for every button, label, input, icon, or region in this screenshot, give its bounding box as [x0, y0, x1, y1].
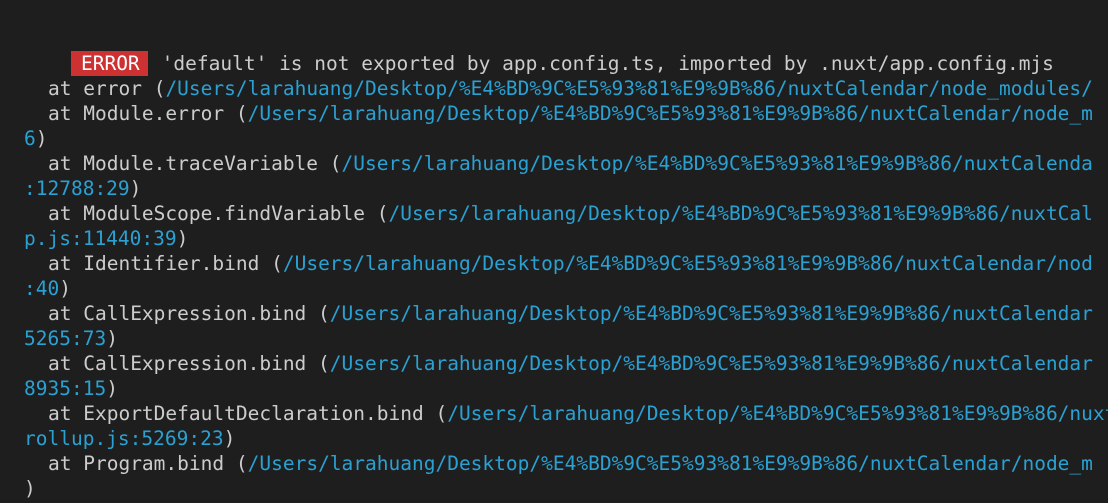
stack-frame: at Program.bind (/Users/larahuang/Deskto…: [24, 451, 1093, 476]
stack-frame: at Identifier.bind (/Users/larahuang/Des…: [24, 251, 1093, 276]
error-badge: ERROR: [70, 51, 148, 76]
stack-function: ExportDefaultDeclaration.bind: [83, 402, 424, 425]
stack-frame: at ExportDefaultDeclaration.bind (/Users…: [24, 401, 1108, 426]
stack-paren-close: ): [223, 427, 236, 450]
stack-paren-close: ): [176, 227, 189, 250]
stack-path-link[interactable]: /Users/larahuang/Desktop/%E4%BD%9C%E5%93…: [330, 302, 1093, 325]
stack-frame-continuation: 8935:15): [24, 376, 118, 401]
stack-at: at: [48, 252, 72, 275]
stack-at: at: [48, 202, 72, 225]
stack-frame-continuation: :12788:29): [24, 176, 141, 201]
stack-paren: (: [329, 152, 342, 175]
stack-location-link[interactable]: :12788:29: [24, 177, 130, 200]
stack-paren: (: [376, 202, 389, 225]
stack-location-link[interactable]: p.js:11440:39: [24, 227, 177, 250]
error-message: 'default' is not exported by app.config.…: [161, 52, 1054, 75]
stack-paren-close: ): [24, 477, 36, 500]
stack-function: Program.bind: [83, 452, 225, 475]
stack-at: at: [48, 402, 72, 425]
stack-frame-continuation: :40): [24, 276, 71, 301]
stack-paren-close: ): [59, 277, 71, 300]
stack-path-link[interactable]: /Users/larahuang/Desktop/%E4%BD%9C%E5%93…: [342, 152, 1093, 175]
stack-paren: (: [235, 102, 248, 125]
stack-path-link[interactable]: /Users/larahuang/Desktop/%E4%BD%9C%E5%93…: [447, 402, 1108, 425]
stack-path-link[interactable]: /Users/larahuang/Desktop/%E4%BD%9C%E5%93…: [248, 452, 1093, 475]
stack-at: at: [48, 152, 72, 175]
stack-at: at: [48, 302, 72, 325]
stack-path-link[interactable]: /Users/larahuang/Desktop/%E4%BD%9C%E5%93…: [165, 77, 1092, 100]
stack-path-link[interactable]: /Users/larahuang/Desktop/%E4%BD%9C%E5%93…: [283, 252, 1093, 275]
stack-frame-continuation: p.js:11440:39): [24, 226, 188, 251]
stack-frame: at Module.traceVariable (/Users/larahuan…: [24, 151, 1093, 176]
stack-paren: (: [318, 302, 330, 325]
stack-frame: at Module.error (/Users/larahuang/Deskto…: [24, 101, 1093, 126]
stack-at: at: [48, 352, 72, 375]
stack-frame: at CallExpression.bind (/Users/larahuang…: [24, 351, 1093, 376]
stack-paren: (: [153, 77, 166, 100]
stack-path-link[interactable]: /Users/larahuang/Desktop/%E4%BD%9C%E5%93…: [389, 202, 1093, 225]
stack-function: Module.traceVariable: [83, 152, 319, 175]
stack-paren: (: [435, 402, 448, 425]
stack-paren: (: [235, 452, 248, 475]
stack-at: at: [48, 452, 72, 475]
stack-frame: at error (/Users/larahuang/Desktop/%E4%B…: [24, 76, 1093, 101]
stack-function: ModuleScope.findVariable: [83, 202, 365, 225]
stack-paren: (: [318, 352, 330, 375]
stack-paren-close: ): [106, 327, 118, 350]
stack-frame-continuation: 6): [24, 126, 48, 151]
stack-function: CallExpression.bind: [83, 352, 307, 375]
stack-paren: (: [271, 252, 283, 275]
stack-function: Module.error: [83, 102, 225, 125]
stack-path-link[interactable]: /Users/larahuang/Desktop/%E4%BD%9C%E5%93…: [248, 102, 1093, 125]
stack-frame-continuation: ): [24, 476, 36, 501]
stack-function: error: [83, 77, 142, 100]
stack-frame-continuation: 5265:73): [24, 326, 118, 351]
stack-location-link[interactable]: :40: [24, 277, 59, 300]
stack-paren-close: ): [106, 377, 118, 400]
stack-location-link[interactable]: 8935:15: [24, 377, 106, 400]
error-header: ERROR 'default' is not exported by app.co…: [24, 26, 1054, 76]
stack-path-link[interactable]: /Users/larahuang/Desktop/%E4%BD%9C%E5%93…: [330, 352, 1093, 375]
stack-paren-close: ): [35, 127, 48, 150]
stack-at: at: [48, 77, 72, 100]
stack-location-link[interactable]: 6: [24, 127, 36, 150]
stack-frame: at CallExpression.bind (/Users/larahuang…: [24, 301, 1093, 326]
stack-frame-continuation: rollup.js:5269:23): [24, 426, 235, 451]
stack-location-link[interactable]: 5265:73: [24, 327, 106, 350]
stack-at: at: [48, 102, 72, 125]
stack-location-link[interactable]: rollup.js:5269:23: [24, 427, 224, 450]
stack-function: Identifier.bind: [83, 252, 260, 275]
terminal-output: ERROR 'default' is not exported by app.co…: [0, 0, 1108, 503]
stack-frame: at ModuleScope.findVariable (/Users/lara…: [24, 201, 1093, 226]
stack-paren-close: ): [129, 177, 142, 200]
stack-function: CallExpression.bind: [83, 302, 307, 325]
